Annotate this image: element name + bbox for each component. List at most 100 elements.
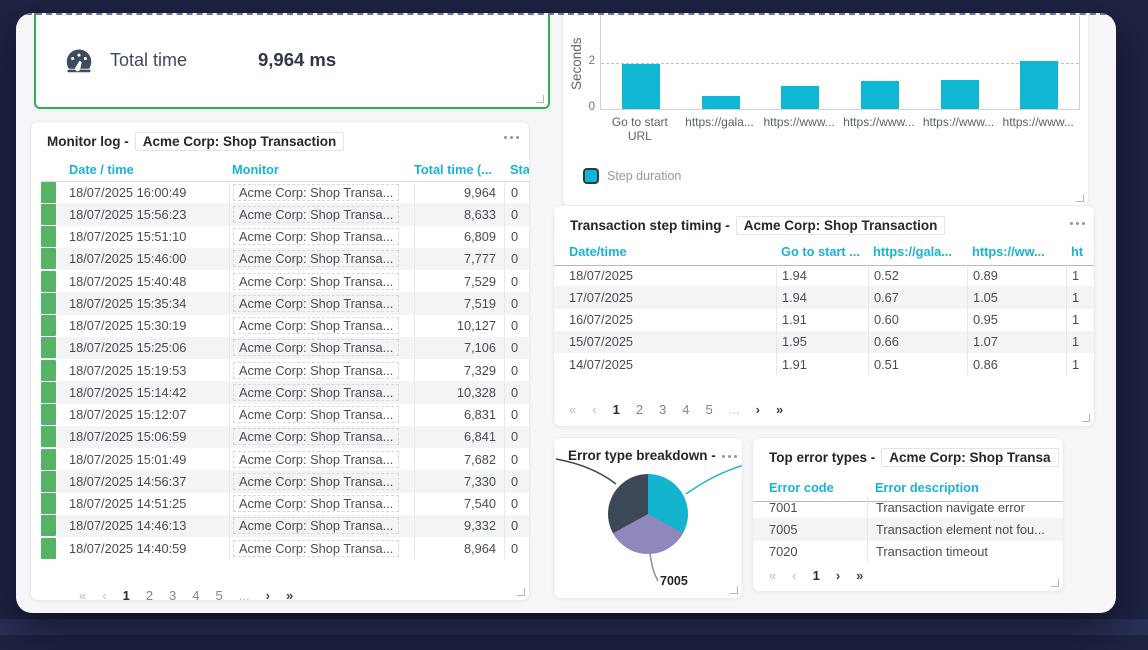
table-row[interactable]: 18/07/2025 15:01:49 Acme Corp: Shop Tran… (41, 448, 530, 470)
monitor-chip[interactable]: Acme Corp: Shop Transa... (233, 540, 399, 557)
monitor-chip[interactable]: Acme Corp: Shop Transa... (233, 495, 399, 512)
monitor-selector[interactable]: Acme Corp: Shop Transaction (135, 132, 345, 151)
table-row[interactable]: 18/07/2025 15:56:23 Acme Corp: Shop Tran… (41, 203, 530, 225)
resize-handle[interactable] (1051, 579, 1059, 587)
column-header-monitor[interactable]: Monitor (229, 162, 414, 177)
table-row[interactable]: 18/07/2025 15:12:07 Acme Corp: Shop Tran… (41, 404, 530, 426)
page-button[interactable]: 3 (659, 402, 666, 417)
monitor-chip[interactable]: Acme Corp: Shop Transa... (233, 273, 399, 290)
column-header-step4[interactable]: ht (1066, 244, 1095, 259)
page-button[interactable]: ... (239, 588, 250, 601)
table-row[interactable]: 18/07/2025 14:56:37 Acme Corp: Shop Tran… (41, 470, 530, 492)
monitor-chip[interactable]: Acme Corp: Shop Transa... (233, 250, 399, 267)
page-button[interactable]: › (756, 402, 760, 417)
monitor-chip[interactable]: Acme Corp: Shop Transa... (233, 362, 399, 379)
page-button[interactable]: ‹ (792, 568, 796, 583)
page-button[interactable]: 2 (146, 588, 153, 601)
bar[interactable] (781, 86, 819, 109)
monitor-chip[interactable]: Acme Corp: Shop Transa... (233, 473, 399, 490)
column-header-step2[interactable]: https://gala... (868, 244, 967, 259)
page-button[interactable]: « (769, 568, 776, 583)
column-header-datetime[interactable]: Date/time (569, 244, 776, 259)
column-header-datetime[interactable]: Date / time (69, 162, 229, 177)
monitor-selector[interactable]: Acme Corp: Shop Transaction (736, 216, 946, 235)
table-row[interactable]: 18/07/2025 15:51:10 Acme Corp: Shop Tran… (41, 226, 530, 248)
column-header-total-time[interactable]: Total time (... (414, 162, 504, 177)
total-time-card[interactable]: Total time 9,964 ms (34, 13, 550, 109)
bar[interactable] (861, 81, 899, 109)
monitor-chip[interactable]: Acme Corp: Shop Transa... (233, 184, 399, 201)
bar[interactable] (702, 96, 740, 109)
table-row[interactable]: 18/07/2025 15:40:48 Acme Corp: Shop Tran… (41, 270, 530, 292)
table-row[interactable]: 18/07/2025 15:14:42 Acme Corp: Shop Tran… (41, 381, 530, 403)
page-button[interactable]: « (569, 402, 576, 417)
table-row[interactable]: 18/07/2025 15:25:06 Acme Corp: Shop Tran… (41, 337, 530, 359)
ellipsis-menu-icon[interactable] (1070, 222, 1085, 225)
chart-legend[interactable]: Step duration (583, 168, 681, 184)
page-button[interactable]: » (856, 568, 863, 583)
monitor-selector[interactable]: Acme Corp: Shop Transa (881, 448, 1058, 467)
bar[interactable] (941, 80, 979, 109)
table-row[interactable]: 16/07/2025 1.91 0.60 0.95 1 (554, 309, 1095, 331)
column-header-error-description[interactable]: Error description (867, 480, 1057, 495)
bar[interactable] (1020, 61, 1058, 109)
page-button[interactable]: 1 (613, 402, 620, 417)
page-button[interactable]: 4 (682, 402, 689, 417)
column-header-error-code[interactable]: Error code (769, 480, 867, 495)
page-button[interactable]: » (286, 588, 293, 601)
monitor-chip[interactable]: Acme Corp: Shop Transa... (233, 317, 399, 334)
column-header-step1[interactable]: Go to start ... (776, 244, 868, 259)
monitor-chip[interactable]: Acme Corp: Shop Transa... (233, 406, 399, 423)
page-button[interactable]: 4 (192, 588, 199, 601)
page-button[interactable]: ... (729, 402, 740, 417)
ellipsis-menu-icon[interactable] (504, 136, 519, 139)
table-row[interactable]: 18/07/2025 1.94 0.52 0.89 1 (554, 264, 1095, 286)
monitor-chip[interactable]: Acme Corp: Shop Transa... (233, 339, 399, 356)
column-header-status[interactable]: Stat (504, 162, 530, 177)
page-button[interactable]: « (79, 588, 86, 601)
table-row[interactable]: 18/07/2025 15:35:34 Acme Corp: Shop Tran… (41, 292, 530, 314)
cell-step4: 1 (1066, 286, 1095, 308)
monitor-chip[interactable]: Acme Corp: Shop Transa... (233, 517, 399, 534)
page-button[interactable]: 5 (216, 588, 223, 601)
bar[interactable] (622, 64, 660, 109)
monitor-chip[interactable]: Acme Corp: Shop Transa... (233, 206, 399, 223)
page-button[interactable]: 3 (169, 588, 176, 601)
monitor-chip[interactable]: Acme Corp: Shop Transa... (233, 295, 399, 312)
column-header-step3[interactable]: https://ww... (967, 244, 1066, 259)
table-row[interactable]: 18/07/2025 14:51:25 Acme Corp: Shop Tran… (41, 493, 530, 515)
page-button[interactable]: ‹ (102, 588, 106, 601)
page-button[interactable]: ‹ (592, 402, 596, 417)
table-row[interactable]: 18/07/2025 14:40:59 Acme Corp: Shop Tran… (41, 537, 530, 559)
step-timing-card: Transaction step timing - Acme Corp: Sho… (553, 205, 1095, 427)
page-button[interactable]: 1 (123, 588, 130, 601)
table-row[interactable]: 18/07/2025 15:06:59 Acme Corp: Shop Tran… (41, 426, 530, 448)
resize-handle[interactable] (1076, 194, 1084, 202)
table-row[interactable]: 7020 Transaction timeout (753, 541, 1063, 563)
monitor-chip[interactable]: Acme Corp: Shop Transa... (233, 451, 399, 468)
table-row[interactable]: 18/07/2025 15:30:19 Acme Corp: Shop Tran… (41, 315, 530, 337)
monitor-chip[interactable]: Acme Corp: Shop Transa... (233, 428, 399, 445)
table-row[interactable]: 14/07/2025 1.91 0.51 0.86 1 (554, 353, 1095, 375)
table-row[interactable]: 18/07/2025 15:19:53 Acme Corp: Shop Tran… (41, 359, 530, 381)
monitor-chip[interactable]: Acme Corp: Shop Transa... (233, 228, 399, 245)
resize-handle[interactable] (730, 586, 738, 594)
table-row[interactable]: 17/07/2025 1.94 0.67 1.05 1 (554, 286, 1095, 308)
resize-handle[interactable] (1082, 414, 1090, 422)
page-button[interactable]: 5 (706, 402, 713, 417)
table-row[interactable]: 18/07/2025 14:46:13 Acme Corp: Shop Tran… (41, 515, 530, 537)
page-button[interactable]: › (836, 568, 840, 583)
table-row[interactable]: 15/07/2025 1.95 0.66 1.07 1 (554, 331, 1095, 353)
page-button[interactable]: » (776, 402, 783, 417)
page-button[interactable]: › (266, 588, 270, 601)
table-row[interactable]: 7001 Transaction navigate error (753, 496, 1063, 518)
monitor-chip[interactable]: Acme Corp: Shop Transa... (233, 384, 399, 401)
resize-handle[interactable] (536, 95, 544, 103)
resize-handle[interactable] (517, 588, 525, 596)
page-button[interactable]: 1 (813, 568, 820, 583)
page-button[interactable]: 2 (636, 402, 643, 417)
table-row[interactable]: 7005 Transaction element not fou... (753, 518, 1063, 540)
table-row[interactable]: 18/07/2025 15:46:00 Acme Corp: Shop Tran… (41, 248, 530, 270)
pie-slice-label: 7005 (660, 574, 688, 588)
table-row[interactable]: 18/07/2025 16:00:49 Acme Corp: Shop Tran… (41, 181, 530, 203)
